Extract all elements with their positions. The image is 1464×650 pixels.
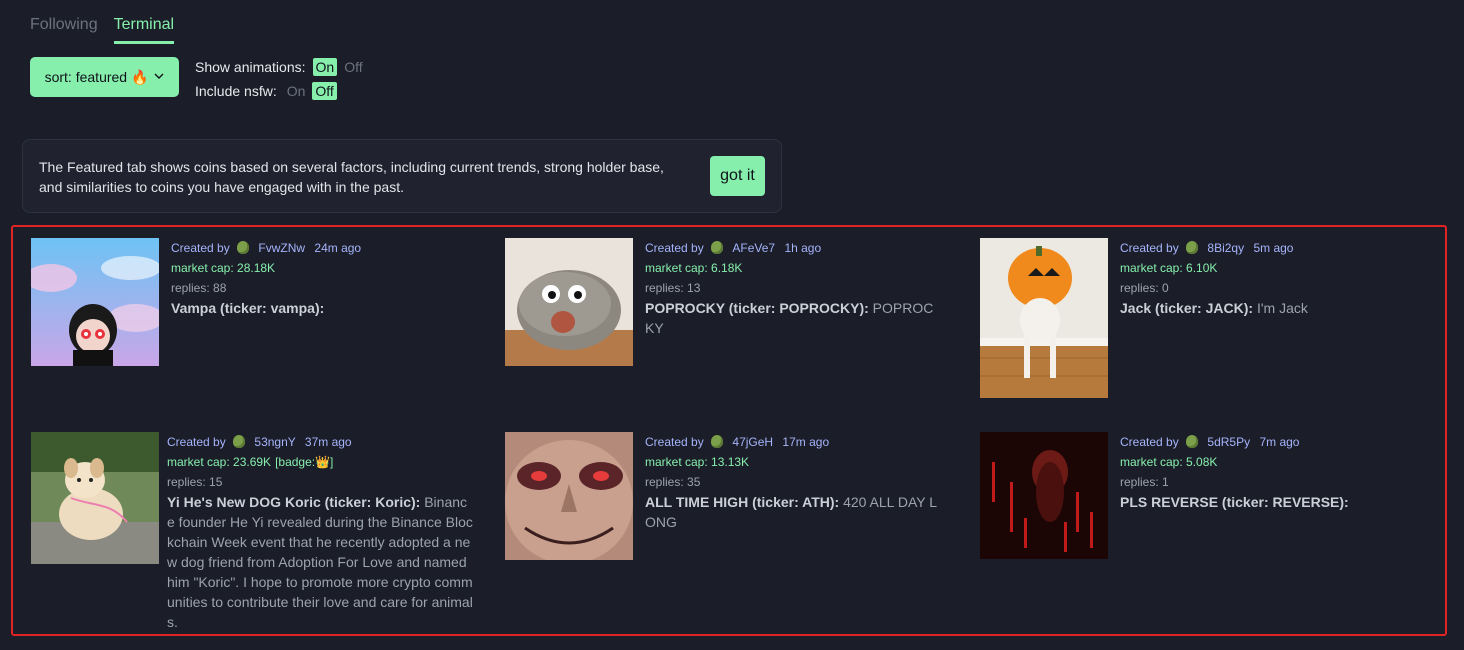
coin-description-block: POPROCKY (ticker: POPROCKY): POPROCKY — [645, 298, 935, 338]
replies-count: replies: 15 — [167, 475, 223, 489]
coin-description-block: PLS REVERSE (ticker: REVERSE): — [1120, 492, 1410, 512]
creator-line: Created by FvwZNw 24m ago — [171, 238, 471, 258]
coin-image — [31, 238, 159, 366]
tab-terminal[interactable]: Terminal — [113, 16, 175, 44]
created-by-label: Created by — [645, 241, 704, 255]
coin-description: I'm Jack — [1256, 300, 1308, 316]
market-cap: market cap: 13.13K — [645, 455, 750, 469]
coin-image — [980, 238, 1108, 398]
chevron-down-icon — [154, 72, 164, 83]
coin-title: POPROCKY (ticker: POPROCKY): — [645, 300, 869, 316]
coin-meta: Created by 53ngnY 37m ago market cap: 23… — [167, 432, 473, 632]
coin-title: Vampa (ticker: vampa): — [171, 300, 325, 316]
creator-line: Created by 47jGeH 17m ago — [645, 432, 945, 452]
replies-count: replies: 0 — [1120, 281, 1169, 295]
coin-card[interactable]: Created by 53ngnY 37m ago market cap: 23… — [31, 432, 473, 632]
created-by-label: Created by — [171, 241, 230, 255]
replies-count: replies: 88 — [171, 281, 227, 295]
created-time: 1h ago — [784, 241, 822, 255]
nsfw-on-option[interactable]: On — [284, 82, 309, 100]
created-time: 7m ago — [1259, 435, 1300, 449]
animations-toggle-row: Show animations: On Off — [195, 55, 366, 79]
market-cap: market cap: 5.08K — [1120, 455, 1218, 469]
coin-description: Binance founder He Yi revealed during th… — [167, 494, 473, 630]
creator-link[interactable]: FvwZNw — [258, 241, 305, 255]
coin-meta: Created by AFeVe7 1h ago market cap: 6.1… — [645, 238, 935, 366]
coin-grid: Created by FvwZNw 24m ago market cap: 28… — [11, 225, 1447, 636]
coin-meta: Created by FvwZNw 24m ago market cap: 28… — [171, 238, 471, 366]
coin-meta: Created by 8Bi2qy 5m ago market cap: 6.1… — [1120, 238, 1410, 398]
coin-image — [505, 238, 633, 366]
creator-avatar-icon — [711, 241, 724, 254]
market-cap: market cap: 6.10K — [1120, 261, 1218, 275]
creator-link[interactable]: 53ngnY — [254, 435, 295, 449]
creator-line: Created by 8Bi2qy 5m ago — [1120, 238, 1410, 258]
coin-image — [980, 432, 1108, 559]
coin-title: Yi He's New DOG Koric (ticker: Koric): — [167, 494, 421, 510]
created-time: 17m ago — [782, 435, 830, 449]
replies-count: replies: 35 — [645, 475, 701, 489]
creator-line: Created by AFeVe7 1h ago — [645, 238, 935, 258]
coin-description-block: Vampa (ticker: vampa): — [171, 298, 471, 318]
coin-title: Jack (ticker: JACK): — [1120, 300, 1254, 316]
creator-line: Created by 53ngnY 37m ago — [167, 432, 473, 452]
sort-dropdown[interactable]: sort: featured 🔥 — [30, 57, 179, 97]
got-it-button[interactable]: got it — [710, 156, 765, 196]
coin-card[interactable]: Created by 5dR5Py 7m ago market cap: 5.0… — [980, 432, 1410, 559]
replies-count: replies: 1 — [1120, 475, 1169, 489]
coin-card[interactable]: Created by AFeVe7 1h ago market cap: 6.1… — [505, 238, 935, 366]
featured-info-text: The Featured tab shows coins based on se… — [39, 159, 664, 195]
animations-off-option[interactable]: Off — [341, 58, 365, 76]
coin-title: PLS REVERSE (ticker: REVERSE): — [1120, 494, 1349, 510]
coin-image — [31, 432, 159, 564]
market-cap: market cap: 23.69K — [167, 455, 272, 469]
created-time: 5m ago — [1253, 241, 1294, 255]
created-time: 24m ago — [314, 241, 362, 255]
creator-avatar-icon — [1186, 241, 1199, 254]
coin-card[interactable]: Created by FvwZNw 24m ago market cap: 28… — [31, 238, 471, 366]
coin-card[interactable]: Created by 47jGeH 17m ago market cap: 13… — [505, 432, 945, 560]
sort-label: sort: featured 🔥 — [44, 68, 149, 85]
coin-description-block: Jack (ticker: JACK): I'm Jack — [1120, 298, 1410, 318]
animations-label: Show animations: — [195, 59, 306, 75]
featured-info-banner: The Featured tab shows coins based on se… — [22, 139, 782, 213]
coin-meta: Created by 47jGeH 17m ago market cap: 13… — [645, 432, 945, 560]
created-by-label: Created by — [1120, 435, 1179, 449]
coin-title: ALL TIME HIGH (ticker: ATH): — [645, 494, 840, 510]
creator-avatar-icon — [711, 435, 724, 448]
creator-link[interactable]: 8Bi2qy — [1207, 241, 1244, 255]
creator-link[interactable]: 47jGeH — [732, 435, 773, 449]
creator-avatar-icon — [233, 435, 246, 448]
tab-following[interactable]: Following — [30, 16, 98, 44]
creator-avatar-icon — [1186, 435, 1199, 448]
creator-link[interactable]: 5dR5Py — [1207, 435, 1250, 449]
nsfw-toggle-row: Include nsfw: On Off — [195, 79, 366, 103]
creator-link[interactable]: AFeVe7 — [732, 241, 775, 255]
created-by-label: Created by — [1120, 241, 1179, 255]
creator-avatar-icon — [237, 241, 250, 254]
coin-card[interactable]: Created by 8Bi2qy 5m ago market cap: 6.1… — [980, 238, 1410, 398]
nsfw-off-option[interactable]: Off — [312, 82, 337, 100]
coin-image — [505, 432, 633, 560]
market-cap-line: market cap: 23.69K [badge:👑] — [167, 452, 473, 472]
badge: [badge:👑] — [275, 455, 334, 469]
coin-description-block: ALL TIME HIGH (ticker: ATH): 420 ALL DAY… — [645, 492, 945, 532]
coin-description-block: Yi He's New DOG Koric (ticker: Koric): B… — [167, 492, 473, 632]
market-cap: market cap: 6.18K — [645, 261, 743, 275]
nsfw-label: Include nsfw: — [195, 83, 277, 99]
display-toggles: Show animations: On Off Include nsfw: On… — [195, 55, 366, 103]
created-time: 37m ago — [304, 435, 352, 449]
coin-meta: Created by 5dR5Py 7m ago market cap: 5.0… — [1120, 432, 1410, 559]
animations-on-option[interactable]: On — [312, 58, 338, 76]
replies-count: replies: 13 — [645, 281, 701, 295]
feed-tabs: Following Terminal — [30, 16, 175, 44]
creator-line: Created by 5dR5Py 7m ago — [1120, 432, 1410, 452]
created-by-label: Created by — [167, 435, 226, 449]
market-cap: market cap: 28.18K — [171, 261, 276, 275]
created-by-label: Created by — [645, 435, 704, 449]
